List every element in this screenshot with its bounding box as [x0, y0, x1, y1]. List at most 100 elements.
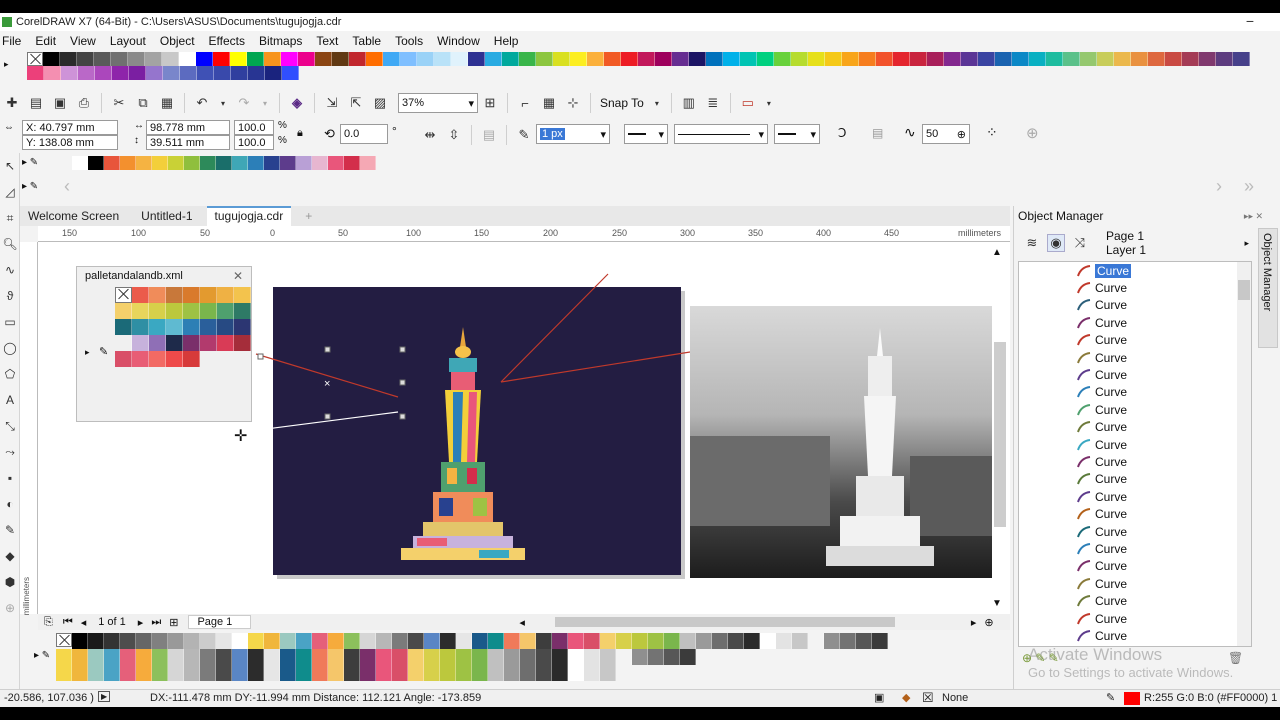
color-swatch[interactable]: [104, 633, 120, 649]
color-swatch[interactable]: [1131, 52, 1148, 66]
color-swatch[interactable]: [72, 649, 88, 665]
color-swatch[interactable]: [366, 52, 383, 66]
color-swatch[interactable]: [360, 649, 376, 665]
color-swatch[interactable]: [184, 156, 200, 170]
color-swatch[interactable]: [1114, 52, 1131, 66]
color-swatch[interactable]: [344, 156, 360, 170]
lock-ratio-icon[interactable]: 🔒︎: [297, 127, 303, 140]
color-swatch[interactable]: [281, 52, 298, 66]
color-swatch[interactable]: [360, 665, 376, 681]
transparency-icon[interactable]: ◐: [0, 491, 20, 517]
redo-icon[interactable]: ↷: [235, 94, 253, 112]
vertical-ruler[interactable]: millimeters: [20, 242, 38, 615]
color-swatch[interactable]: [280, 156, 296, 170]
color-swatch[interactable]: [451, 52, 468, 66]
color-swatch[interactable]: [146, 66, 163, 80]
docker-menu-arrow-icon[interactable]: ▸: [1244, 238, 1249, 249]
color-swatch[interactable]: [776, 633, 792, 649]
last-page-icon[interactable]: ⏭: [151, 616, 161, 629]
no-color-swatch[interactable]: [56, 633, 72, 647]
menu-view[interactable]: View: [68, 34, 104, 48]
reduce-nodes-icon[interactable]: ⁘: [986, 124, 998, 141]
tab-tugujogja[interactable]: tugujogja.cdr: [206, 206, 292, 226]
menu-bitmaps[interactable]: Bitmaps: [257, 34, 310, 48]
no-color-swatch[interactable]: [27, 52, 43, 66]
horizontal-ruler[interactable]: 150 100 50 0 50 100 150 200 250 300 350 …: [38, 226, 1010, 242]
color-swatch[interactable]: [196, 52, 213, 66]
palette-window[interactable]: palletandalandb.xml ✕ ▸ ✎: [76, 266, 252, 422]
pick-tool-icon[interactable]: ↖: [0, 153, 20, 179]
color-swatch[interactable]: [132, 335, 149, 351]
color-swatch[interactable]: [376, 665, 392, 681]
color-swatch[interactable]: [332, 52, 349, 66]
print-icon[interactable]: ⎙: [75, 94, 93, 112]
color-swatch[interactable]: [152, 665, 168, 681]
freehand-tool-icon[interactable]: ∿: [0, 257, 20, 283]
color-swatch[interactable]: [264, 665, 280, 681]
menu-window[interactable]: Window: [435, 34, 488, 48]
color-swatch[interactable]: [472, 649, 488, 665]
save-icon[interactable]: ▣: [51, 94, 69, 112]
object-list-item[interactable]: Curve: [1019, 592, 1251, 609]
color-swatch[interactable]: [166, 303, 183, 319]
color-swatch[interactable]: [166, 335, 183, 351]
menu-file[interactable]: File: [0, 34, 29, 48]
object-list-item[interactable]: Curve: [1019, 453, 1251, 470]
color-swatch[interactable]: [584, 649, 600, 665]
color-swatch[interactable]: [168, 156, 184, 170]
object-list-item[interactable]: Curve: [1019, 471, 1251, 488]
publish-pdf-icon[interactable]: ▨: [371, 94, 389, 112]
color-swatch[interactable]: [296, 665, 312, 681]
palette-menu-arrow-icon[interactable]: ▸: [85, 347, 90, 358]
color-swatch[interactable]: [265, 66, 282, 80]
color-swatch[interactable]: [360, 156, 376, 170]
color-swatch[interactable]: [824, 633, 840, 649]
color-swatch[interactable]: [536, 633, 552, 649]
color-swatch[interactable]: [104, 665, 120, 681]
color-swatch[interactable]: [1080, 52, 1097, 66]
color-swatch[interactable]: [132, 319, 149, 335]
color-swatch[interactable]: [248, 156, 264, 170]
color-swatch[interactable]: [519, 52, 536, 66]
color-swatch[interactable]: [60, 52, 77, 66]
color-swatch[interactable]: [88, 665, 104, 681]
object-list-item[interactable]: Curve: [1019, 436, 1251, 453]
color-swatch[interactable]: [183, 303, 200, 319]
color-swatch[interactable]: [296, 649, 312, 665]
color-swatch[interactable]: [95, 66, 112, 80]
vertical-scrollbar[interactable]: [994, 342, 1006, 527]
color-swatch[interactable]: [112, 66, 129, 80]
menu-table[interactable]: Table: [350, 34, 389, 48]
color-swatch[interactable]: [456, 633, 472, 649]
close-icon[interactable]: ✕: [233, 269, 243, 283]
color-swatch[interactable]: [120, 156, 136, 170]
color-swatch[interactable]: [78, 66, 95, 80]
color-swatch[interactable]: [152, 649, 168, 665]
polygon-tool-icon[interactable]: ⬠: [0, 361, 20, 387]
color-swatch[interactable]: [712, 633, 728, 649]
color-swatch[interactable]: [584, 665, 600, 681]
color-swatch[interactable]: [136, 156, 152, 170]
bottom-palette-menu-icon[interactable]: ▸ ✎: [34, 650, 50, 661]
color-swatch[interactable]: [56, 665, 72, 681]
color-swatch[interactable]: [120, 633, 136, 649]
scroll-up-icon[interactable]: ▲: [992, 247, 1002, 258]
color-swatch[interactable]: [632, 633, 648, 649]
color-swatch[interactable]: [200, 665, 216, 681]
color-swatch[interactable]: [132, 351, 149, 367]
color-swatch[interactable]: [152, 633, 168, 649]
color-swatch[interactable]: [376, 633, 392, 649]
color-swatch[interactable]: [553, 52, 570, 66]
search-content-icon[interactable]: ◈: [288, 94, 306, 112]
color-swatch[interactable]: [757, 52, 774, 66]
color-swatch[interactable]: [536, 665, 552, 681]
color-swatch[interactable]: [315, 52, 332, 66]
color-swatch[interactable]: [488, 649, 504, 665]
color-swatch[interactable]: [298, 52, 315, 66]
color-swatch[interactable]: [120, 649, 136, 665]
text-tool-icon[interactable]: A: [0, 387, 20, 413]
color-swatch[interactable]: [234, 287, 251, 303]
bw-photo-tugu[interactable]: [690, 306, 992, 578]
color-swatch[interactable]: [552, 649, 568, 665]
color-swatch[interactable]: [680, 633, 696, 649]
